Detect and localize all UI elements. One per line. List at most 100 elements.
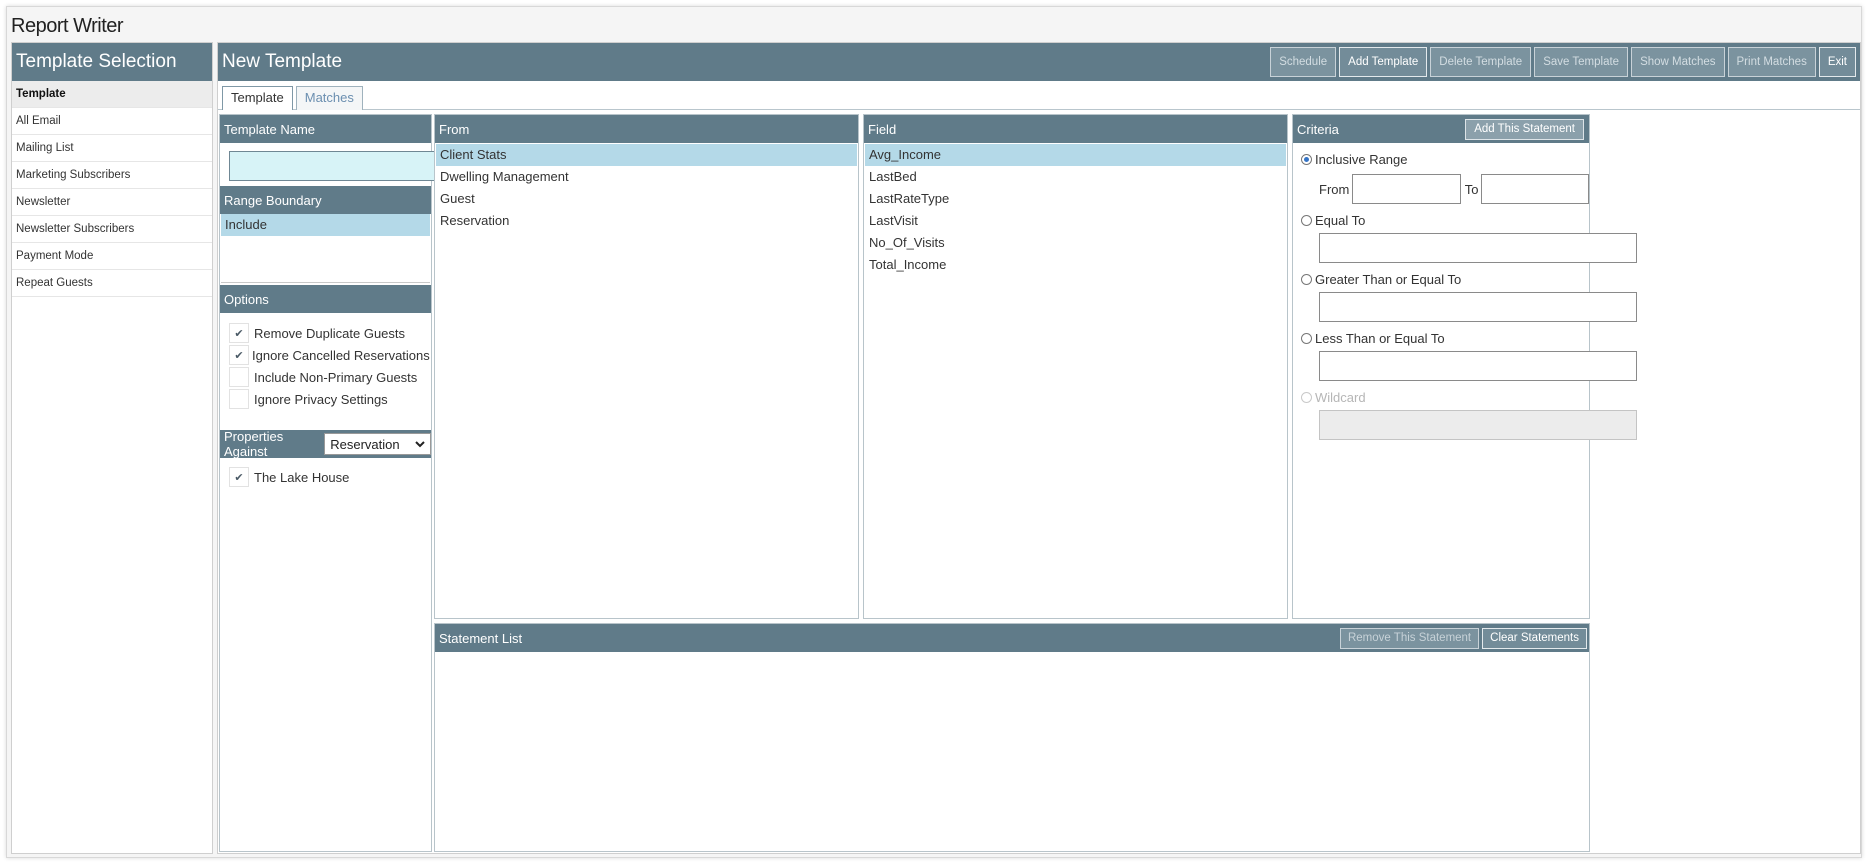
sidebar-item-payment-mode[interactable]: Payment Mode: [12, 243, 212, 270]
radio-label: Equal To: [1315, 212, 1366, 228]
field-item-lastratetype[interactable]: LastRateType: [865, 188, 1286, 210]
option-label: Include Non-Primary Guests: [254, 369, 418, 385]
sidebar-item-template[interactable]: Template: [12, 81, 212, 108]
statement-buttons: Remove This Statement Clear Statements: [1339, 627, 1589, 649]
sidebar-item-mailing-list[interactable]: Mailing List: [12, 135, 212, 162]
properties-against-label: Properties Against: [224, 429, 284, 459]
field-header: Field: [864, 115, 1287, 143]
radio-selected-icon[interactable]: [1301, 153, 1312, 165]
radio-unselected-icon[interactable]: [1301, 214, 1312, 226]
field-item-no-of-visits[interactable]: No_Of_Visits: [865, 232, 1286, 254]
checkbox-checked-icon[interactable]: ✔: [229, 323, 249, 343]
from-item-reservation[interactable]: Reservation: [436, 210, 857, 232]
option-ignore-cancelled-reservations[interactable]: ✔ Ignore Cancelled Reservations: [229, 344, 431, 366]
from-item-guest[interactable]: Guest: [436, 188, 857, 210]
radio-wildcard: Wildcard: [1301, 387, 1589, 407]
page-title: New Template: [222, 51, 343, 72]
template-settings-column: Template Name Range Boundary Include Opt…: [219, 114, 461, 852]
schedule-button[interactable]: Schedule: [1270, 47, 1337, 77]
remove-this-statement-button[interactable]: Remove This Statement: [1339, 627, 1480, 649]
radio-equal-to[interactable]: Equal To: [1301, 210, 1589, 230]
option-ignore-privacy-settings[interactable]: Ignore Privacy Settings: [229, 388, 431, 410]
statement-list-header: Statement List Remove This Statement Cle…: [435, 624, 1589, 652]
checkbox-unchecked-icon[interactable]: [229, 367, 249, 387]
range-inputs-row: From To: [1319, 174, 1589, 204]
range-to-input[interactable]: [1480, 174, 1589, 204]
template-selection-header: Template Selection: [12, 43, 212, 81]
radio-label: Less Than or Equal To: [1315, 330, 1445, 346]
main-header: New Template Schedule Add Template Delet…: [218, 43, 1860, 81]
radio-label: Wildcard: [1315, 389, 1366, 405]
radio-greater-than-or-equal-to[interactable]: Greater Than or Equal To: [1301, 269, 1589, 289]
checkbox-unchecked-icon[interactable]: [229, 389, 249, 409]
sidebar-item-repeat-guests[interactable]: Repeat Guests: [12, 270, 212, 297]
range-boundary-item[interactable]: Include: [221, 214, 430, 236]
option-remove-duplicate-guests[interactable]: ✔ Remove Duplicate Guests: [229, 322, 431, 344]
radio-less-than-or-equal-to[interactable]: Less Than or Equal To: [1301, 328, 1589, 348]
equal-to-input[interactable]: [1319, 233, 1637, 263]
template-selection-panel: Template Selection Template All Email Ma…: [11, 42, 213, 854]
tab-bar: Template Matches: [222, 86, 363, 110]
from-label: From: [1319, 181, 1350, 197]
option-label: Ignore Cancelled Reservations: [252, 347, 430, 363]
option-label: Ignore Privacy Settings: [254, 391, 388, 407]
show-matches-button[interactable]: Show Matches: [1631, 47, 1725, 77]
properties-against-select[interactable]: Reservation: [324, 433, 431, 455]
criteria-header: Criteria Add This Statement: [1293, 115, 1589, 143]
option-include-non-primary-guests[interactable]: Include Non-Primary Guests: [229, 366, 431, 388]
criteria-title: Criteria: [1297, 121, 1339, 137]
properties-against-header: Properties Against Reservation: [220, 429, 431, 459]
add-template-button[interactable]: Add Template: [1339, 47, 1428, 77]
app-title: Report Writer: [11, 15, 124, 37]
options-header: Options: [220, 285, 431, 313]
checkbox-checked-icon[interactable]: ✔: [229, 345, 249, 365]
from-header: From: [435, 115, 858, 143]
tab-divider: [218, 109, 1860, 110]
radio-label: Greater Than or Equal To: [1315, 271, 1462, 287]
lte-input[interactable]: [1319, 351, 1637, 381]
template-name-header: Template Name: [220, 115, 431, 143]
select-value: Reservation: [330, 436, 400, 452]
toolbar: Schedule Add Template Delete Template Sa…: [1270, 47, 1860, 77]
from-item-client-stats[interactable]: Client Stats: [436, 144, 857, 166]
from-panel: From Client Stats Dwelling Management Gu…: [434, 114, 859, 619]
field-item-avg-income[interactable]: Avg_Income: [865, 144, 1286, 166]
radio-disabled-icon: [1301, 391, 1312, 403]
chevron-down-icon: [415, 440, 425, 447]
radio-inclusive-range[interactable]: Inclusive Range: [1301, 149, 1589, 169]
radio-unselected-icon[interactable]: [1301, 273, 1312, 285]
report-writer-window: Report Writer Template Selection Templat…: [6, 6, 1862, 858]
range-boundary-header: Range Boundary: [220, 186, 431, 214]
print-matches-button[interactable]: Print Matches: [1727, 47, 1816, 77]
tab-template[interactable]: Template: [222, 86, 293, 110]
new-template-panel: New Template Schedule Add Template Delet…: [217, 42, 1861, 854]
range-from-input[interactable]: [1352, 174, 1461, 204]
sidebar-item-marketing-subscribers[interactable]: Marketing Subscribers: [12, 162, 212, 189]
clear-statements-button[interactable]: Clear Statements: [1482, 627, 1587, 649]
add-this-statement-button[interactable]: Add This Statement: [1465, 118, 1584, 140]
sidebar-item-all-email[interactable]: All Email: [12, 108, 212, 135]
checkbox-checked-icon[interactable]: ✔: [229, 467, 249, 487]
criteria-panel: Criteria Add This Statement Inclusive Ra…: [1292, 114, 1637, 619]
field-item-total-income[interactable]: Total_Income: [865, 254, 1286, 276]
radio-label: Inclusive Range: [1315, 151, 1408, 167]
statement-list-title: Statement List: [439, 630, 523, 646]
exit-button[interactable]: Exit: [1818, 47, 1856, 77]
template-name-input[interactable]: [229, 151, 461, 181]
save-template-button[interactable]: Save Template: [1534, 47, 1629, 77]
delete-template-button[interactable]: Delete Template: [1430, 47, 1532, 77]
field-item-lastvisit[interactable]: LastVisit: [865, 210, 1286, 232]
from-item-dwelling-management[interactable]: Dwelling Management: [436, 166, 857, 188]
statement-list-panel: Statement List Remove This Statement Cle…: [434, 623, 1590, 852]
sidebar-item-newsletter[interactable]: Newsletter: [12, 189, 212, 216]
wildcard-input: [1319, 410, 1637, 440]
field-item-lastbed[interactable]: LastBed: [865, 166, 1286, 188]
radio-unselected-icon[interactable]: [1301, 332, 1312, 344]
option-label: Remove Duplicate Guests: [254, 325, 406, 341]
field-panel: Field Avg_Income LastBed LastRateType La…: [863, 114, 1288, 619]
gte-input[interactable]: [1319, 292, 1637, 322]
sidebar-item-newsletter-subscribers[interactable]: Newsletter Subscribers: [12, 216, 212, 243]
property-the-lake-house[interactable]: ✔ The Lake House: [229, 466, 431, 488]
tab-matches[interactable]: Matches: [295, 86, 363, 110]
to-label: To: [1464, 181, 1479, 197]
